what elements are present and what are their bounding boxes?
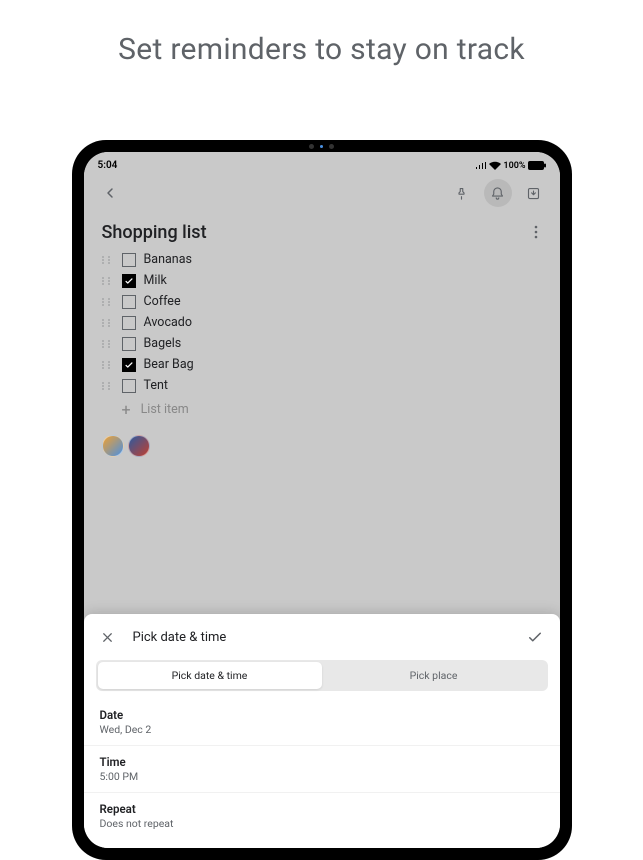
signal-icon: [475, 162, 487, 170]
tab-pick-place[interactable]: Pick place: [322, 662, 546, 689]
list-item[interactable]: Coffee: [102, 291, 542, 312]
time-value: 5:00 PM: [100, 770, 544, 783]
time-label: Time: [100, 755, 544, 769]
add-item-placeholder: List item: [141, 402, 189, 417]
add-list-item[interactable]: + List item: [102, 396, 542, 423]
reminder-type-tabs: Pick date & time Pick place: [96, 660, 548, 691]
tablet-screen: 5:04 100%: [84, 152, 560, 848]
list-item[interactable]: Bagels: [102, 333, 542, 354]
status-time: 5:04: [98, 160, 118, 171]
repeat-value: Does not repeat: [100, 817, 544, 830]
list-item[interactable]: Bear Bag: [102, 354, 542, 375]
confirm-check-icon[interactable]: [526, 628, 544, 646]
reminder-bell-icon[interactable]: [484, 179, 512, 207]
item-label: Avocado: [144, 315, 192, 330]
drag-handle-icon[interactable]: [102, 340, 114, 348]
date-label: Date: [100, 708, 544, 722]
promo-headline: Set reminders to stay on track: [0, 0, 643, 67]
battery-icon: [528, 161, 546, 170]
item-label: Bagels: [144, 336, 182, 351]
wifi-icon: [489, 161, 501, 170]
tablet-device-frame: 5:04 100%: [72, 140, 572, 860]
note-toolbar: [84, 173, 560, 213]
pin-icon[interactable]: [448, 179, 476, 207]
repeat-label: Repeat: [100, 802, 544, 816]
tab-pick-date-time[interactable]: Pick date & time: [98, 662, 322, 689]
checkbox[interactable]: [122, 274, 136, 288]
status-bar: 5:04 100%: [84, 152, 560, 173]
drag-handle-icon[interactable]: [102, 277, 114, 285]
repeat-row[interactable]: Repeat Does not repeat: [84, 793, 560, 848]
more-vert-icon[interactable]: [530, 221, 542, 243]
drag-handle-icon[interactable]: [102, 256, 114, 264]
sheet-title: Pick date & time: [133, 630, 227, 645]
avatar[interactable]: [102, 435, 124, 457]
back-button[interactable]: [96, 179, 124, 207]
item-label: Bananas: [144, 252, 192, 267]
item-label: Milk: [144, 273, 167, 288]
drag-handle-icon[interactable]: [102, 382, 114, 390]
date-value: Wed, Dec 2: [100, 723, 544, 736]
list-item[interactable]: Tent: [102, 375, 542, 396]
close-icon[interactable]: [100, 630, 115, 645]
drag-handle-icon[interactable]: [102, 298, 114, 306]
list-item[interactable]: Bananas: [102, 249, 542, 270]
time-row[interactable]: Time 5:00 PM: [84, 746, 560, 793]
drag-handle-icon[interactable]: [102, 361, 114, 369]
archive-icon[interactable]: [520, 179, 548, 207]
checkbox[interactable]: [122, 337, 136, 351]
checkbox[interactable]: [122, 295, 136, 309]
item-label: Bear Bag: [144, 357, 194, 372]
checklist: Bananas Milk Coffee Avocado Bagels Bear Bag Te…: [84, 247, 560, 425]
date-row[interactable]: Date Wed, Dec 2: [84, 699, 560, 746]
checkbox[interactable]: [122, 379, 136, 393]
checkbox[interactable]: [122, 316, 136, 330]
checkbox[interactable]: [122, 253, 136, 267]
plus-icon: +: [122, 400, 131, 419]
reminder-bottom-sheet: Pick date & time Pick date & time Pick p…: [84, 614, 560, 848]
avatar[interactable]: [128, 435, 150, 457]
list-item[interactable]: Avocado: [102, 312, 542, 333]
list-item[interactable]: Milk: [102, 270, 542, 291]
checkbox[interactable]: [122, 358, 136, 372]
item-label: Tent: [144, 378, 168, 393]
drag-handle-icon[interactable]: [102, 319, 114, 327]
battery-percent: 100%: [503, 161, 525, 171]
item-label: Coffee: [144, 294, 181, 309]
note-title[interactable]: Shopping list: [102, 222, 207, 243]
collaborator-avatars[interactable]: [84, 425, 560, 467]
